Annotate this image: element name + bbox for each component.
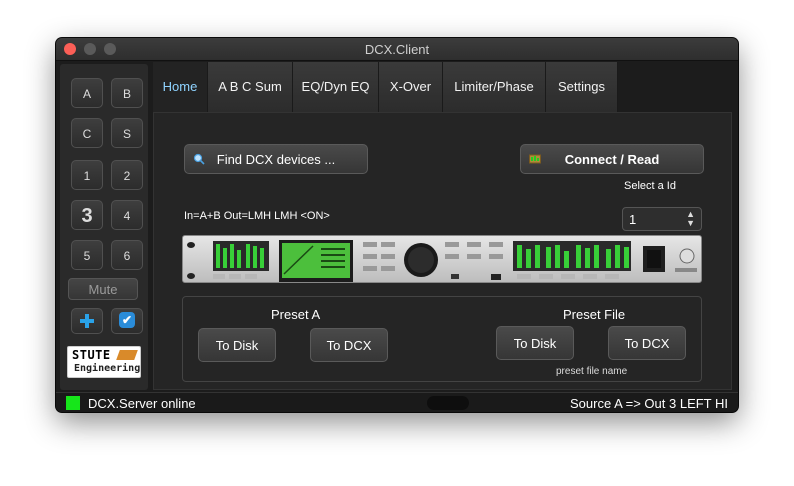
channel-button-b[interactable]: B (111, 78, 143, 108)
logo-line-2: Engineering (74, 363, 141, 374)
output-button-1[interactable]: 1 (71, 160, 103, 190)
server-status-text: DCX.Server online (88, 396, 196, 411)
resize-handle[interactable] (427, 396, 469, 410)
preset-a-to-disk-button[interactable]: To Disk (198, 328, 276, 362)
find-devices-button[interactable]: Find DCX devices ... (184, 144, 368, 174)
connect-read-label: Connect / Read (564, 152, 660, 167)
channel-button-a[interactable]: A (71, 78, 103, 108)
plus-icon (80, 314, 94, 328)
output-button-3[interactable]: 3 (71, 200, 103, 230)
stute-engineering-logo: STUTE Engineering (67, 346, 141, 378)
add-button[interactable] (71, 308, 103, 334)
preset-file-title: Preset File (563, 307, 626, 322)
output-button-2[interactable]: 2 (111, 160, 143, 190)
routing-info: In=A+B Out=LMH LMH <ON> (184, 210, 330, 222)
routing-status-text: Source A => Out 3 LEFT HI (569, 396, 728, 411)
stepper-arrows-icon[interactable]: ▲ ▼ (686, 210, 695, 228)
home-panel: Find DCX devices ... Connect / Read Sele… (153, 112, 732, 390)
channel-button-c[interactable]: C (71, 118, 103, 148)
channel-sidebar: A B C S 1 2 3 4 5 6 Mute ✔ STUTE Enginee… (60, 64, 148, 390)
find-devices-label: Find DCX devices ... (216, 152, 336, 167)
output-button-5[interactable]: 5 (71, 240, 103, 270)
tab-x-over[interactable]: X-Over (379, 62, 443, 112)
preset-file-to-disk-button[interactable]: To Disk (496, 326, 574, 360)
select-id-label: Select a Id (624, 180, 676, 192)
meter-icon (529, 154, 541, 164)
app-window: DCX.Client A B C S 1 2 3 4 5 6 Mute ✔ ST… (56, 38, 738, 412)
preset-a-to-dcx-button[interactable]: To DCX (310, 328, 388, 362)
magnifier-icon (193, 153, 205, 165)
tab-bar: Home A B C Sum EQ/Dyn EQ X-Over Limiter/… (153, 62, 734, 112)
server-status-led (66, 396, 80, 410)
preset-file-to-dcx-button[interactable]: To DCX (608, 326, 686, 360)
device-id-value: 1 (629, 212, 637, 227)
logo-line-1: STUTE (72, 348, 111, 362)
device-id-select[interactable]: 1 ▲ ▼ (622, 207, 702, 231)
tab-settings[interactable]: Settings (546, 62, 618, 112)
tab-abc-sum[interactable]: A B C Sum (208, 62, 293, 112)
title-bar: DCX.Client (56, 38, 738, 61)
dcx-device-image (182, 235, 702, 283)
output-button-6[interactable]: 6 (111, 240, 143, 270)
connect-read-button[interactable]: Connect / Read (520, 144, 704, 174)
confirm-button[interactable]: ✔ (111, 308, 143, 334)
preset-panel: Preset A To Disk To DCX Preset File To D… (182, 296, 702, 382)
status-bar: DCX.Server online Source A => Out 3 LEFT… (56, 392, 738, 412)
device-front-panel (187, 240, 697, 282)
output-button-4[interactable]: 4 (111, 200, 143, 230)
tab-limiter-phase[interactable]: Limiter/Phase (443, 62, 546, 112)
logo-hat-icon (116, 350, 138, 360)
checkmark-icon: ✔ (119, 312, 135, 328)
mute-button[interactable]: Mute (68, 278, 138, 300)
preset-a-title: Preset A (271, 307, 321, 322)
channel-button-s[interactable]: S (111, 118, 143, 148)
tab-home[interactable]: Home (153, 62, 208, 112)
preset-file-name: preset file name (556, 366, 628, 377)
window-title: DCX.Client (364, 42, 430, 57)
tab-eq-dyn-eq[interactable]: EQ/Dyn EQ (293, 62, 379, 112)
